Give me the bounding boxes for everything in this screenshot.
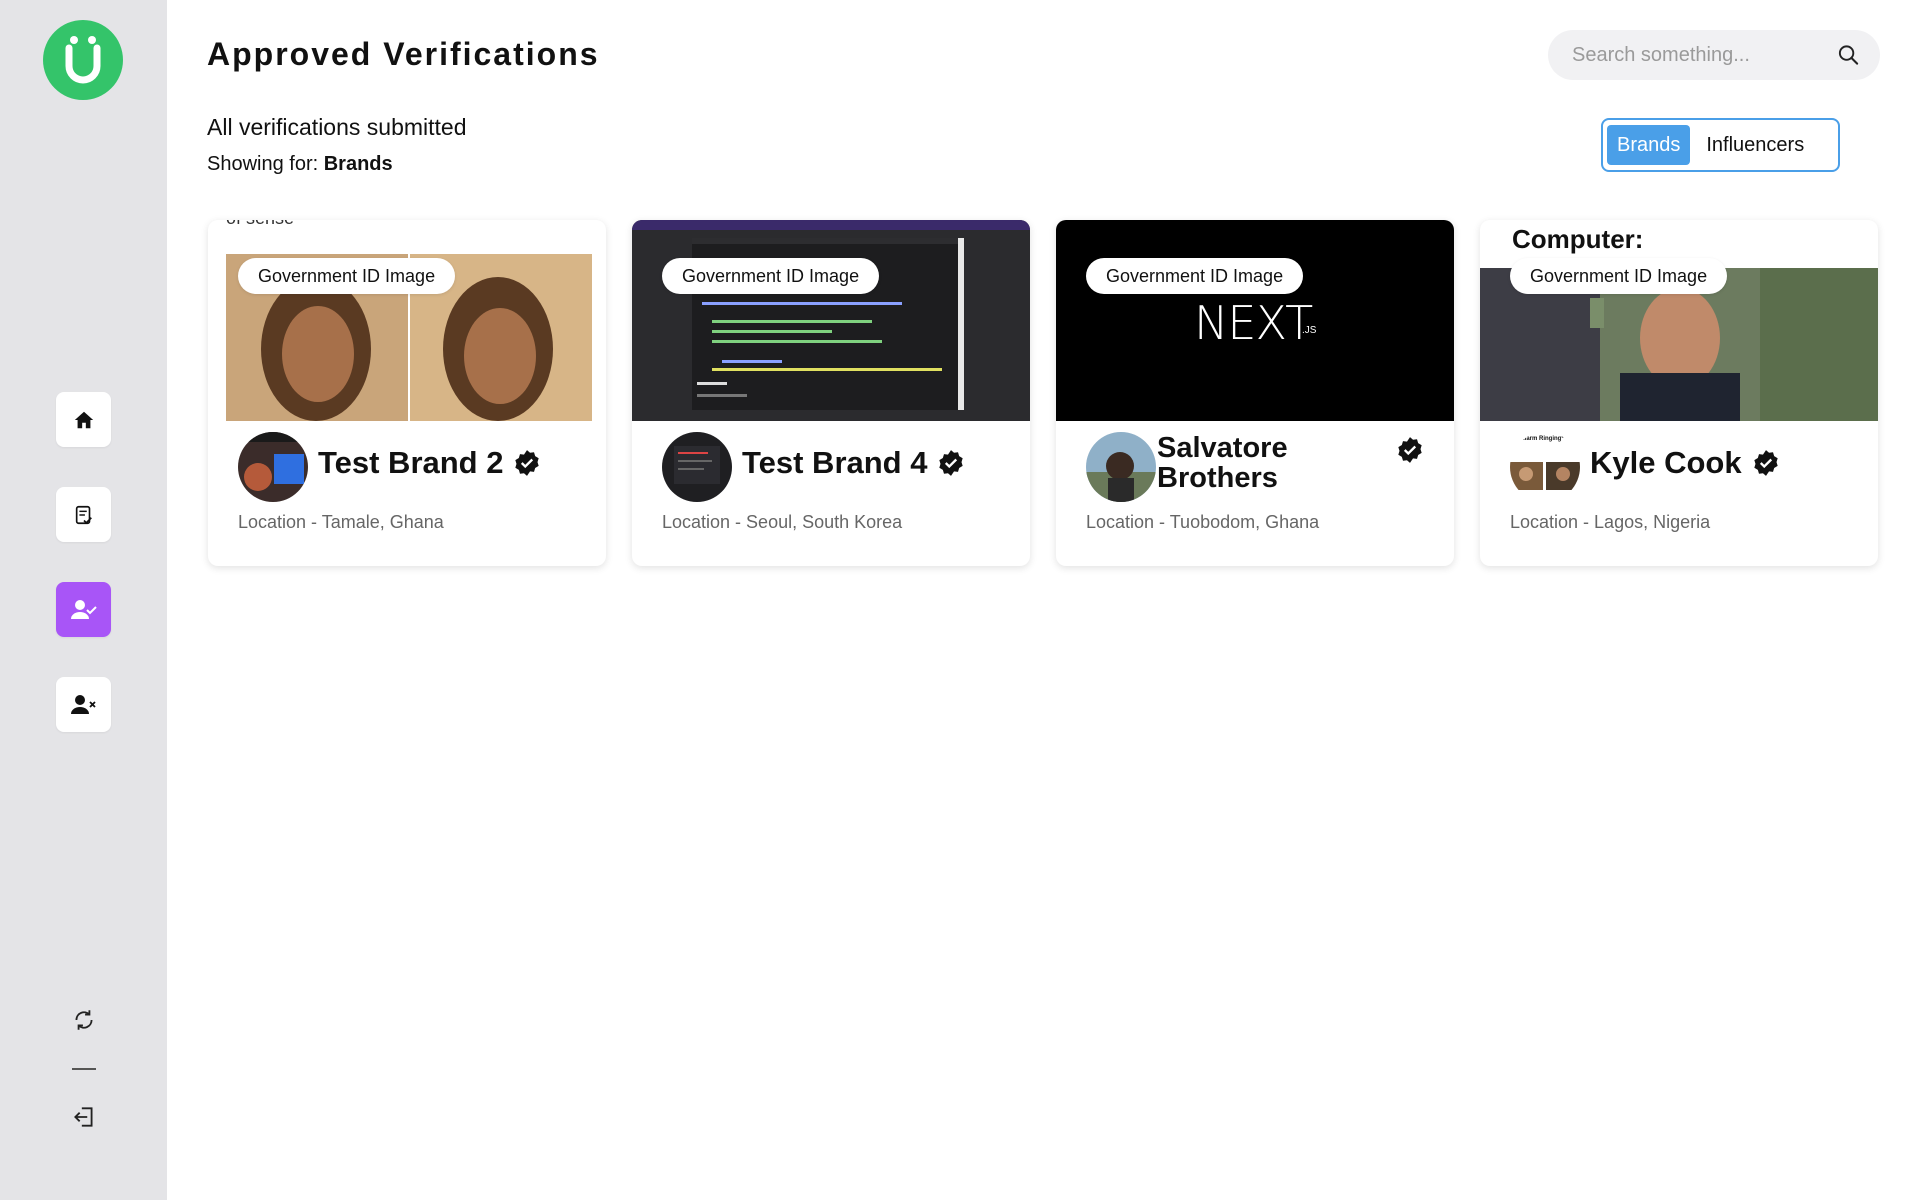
search-input[interactable] bbox=[1572, 43, 1837, 67]
verification-card[interactable]: of sense Government ID Image Test Brand … bbox=[208, 220, 606, 566]
image-logo-subtext: .JS bbox=[1302, 325, 1317, 336]
nav-approved-button[interactable] bbox=[56, 582, 111, 637]
card-header-text: Computer: bbox=[1512, 224, 1644, 254]
card-location: Location - Tamale, Ghana bbox=[238, 512, 444, 532]
government-id-badge: Government ID Image bbox=[238, 258, 456, 294]
verified-badge-icon bbox=[1753, 450, 1778, 476]
brand-name: Test Brand 2 bbox=[318, 445, 504, 480]
card-location: Location - Lagos, Nigeria bbox=[1510, 512, 1711, 532]
verified-badge-icon bbox=[939, 450, 964, 476]
brand-name: Kyle Cook bbox=[1590, 445, 1742, 480]
nav-rejected-button[interactable] bbox=[56, 677, 111, 732]
account-type-toggle: Brands Influencers bbox=[1601, 118, 1840, 172]
home-icon bbox=[74, 411, 93, 428]
logo-u-icon bbox=[65, 36, 101, 84]
government-id-image bbox=[632, 220, 1030, 421]
card-name-row: Test Brand 4 bbox=[742, 445, 965, 481]
government-id-badge: Government ID Image bbox=[1086, 258, 1304, 294]
sidebar bbox=[0, 0, 167, 1200]
brand-name: Salvatore Brothers bbox=[1157, 432, 1288, 494]
app-logo[interactable] bbox=[43, 20, 123, 100]
image-logo-text: NEXT bbox=[1194, 296, 1313, 350]
refresh-button[interactable] bbox=[56, 1000, 111, 1040]
card-overflow-text: of sense bbox=[226, 220, 294, 229]
nav-verifications-button[interactable] bbox=[56, 487, 111, 542]
government-id-badge: Government ID Image bbox=[1510, 258, 1728, 294]
toggle-brands[interactable]: Brands bbox=[1607, 125, 1691, 165]
nav-home-button[interactable] bbox=[56, 392, 111, 447]
refresh-icon bbox=[74, 1010, 93, 1030]
card-name-row: Test Brand 2 bbox=[318, 445, 541, 481]
verified-badge-icon bbox=[515, 450, 540, 476]
avatar bbox=[662, 432, 732, 502]
user-check-icon bbox=[70, 599, 97, 619]
verified-badge-icon bbox=[1398, 437, 1422, 463]
verification-card[interactable]: Computer: Government ID Image *Alarm Rin… bbox=[1480, 220, 1878, 566]
avatar bbox=[238, 432, 308, 502]
logout-icon bbox=[73, 1107, 93, 1127]
card-name-row: Kyle Cook bbox=[1590, 445, 1780, 481]
avatar: *Alarm Ringing* bbox=[1510, 432, 1580, 502]
verification-card[interactable]: Government ID Image Test Brand 4 Locatio… bbox=[632, 220, 1030, 566]
search-icon[interactable] bbox=[1837, 41, 1860, 69]
verification-card[interactable]: NEXT .JS Government ID Image Salvatore B… bbox=[1056, 220, 1454, 566]
showing-prefix: Showing for: bbox=[207, 153, 324, 175]
card-location: Location - Tuobodom, Ghana bbox=[1086, 512, 1320, 532]
page-subtitle: All verifications submitted bbox=[207, 114, 467, 140]
logout-button[interactable] bbox=[56, 1097, 111, 1137]
brand-name: Test Brand 4 bbox=[742, 445, 928, 480]
page-title: Approved Verifications bbox=[207, 36, 600, 72]
avatar bbox=[1086, 432, 1156, 502]
sidebar-divider bbox=[72, 1068, 96, 1070]
government-id-image: NEXT .JS bbox=[1056, 220, 1454, 421]
user-x-icon bbox=[70, 694, 96, 714]
toggle-influencers[interactable]: Influencers bbox=[1696, 125, 1814, 165]
government-id-badge: Government ID Image bbox=[662, 258, 880, 294]
showing-value: Brands bbox=[323, 153, 393, 175]
document-check-icon bbox=[75, 505, 92, 524]
search-bar[interactable] bbox=[1548, 30, 1880, 80]
card-location: Location - Seoul, South Korea bbox=[662, 512, 903, 532]
showing-for-label: Showing for: Brands bbox=[207, 153, 393, 176]
